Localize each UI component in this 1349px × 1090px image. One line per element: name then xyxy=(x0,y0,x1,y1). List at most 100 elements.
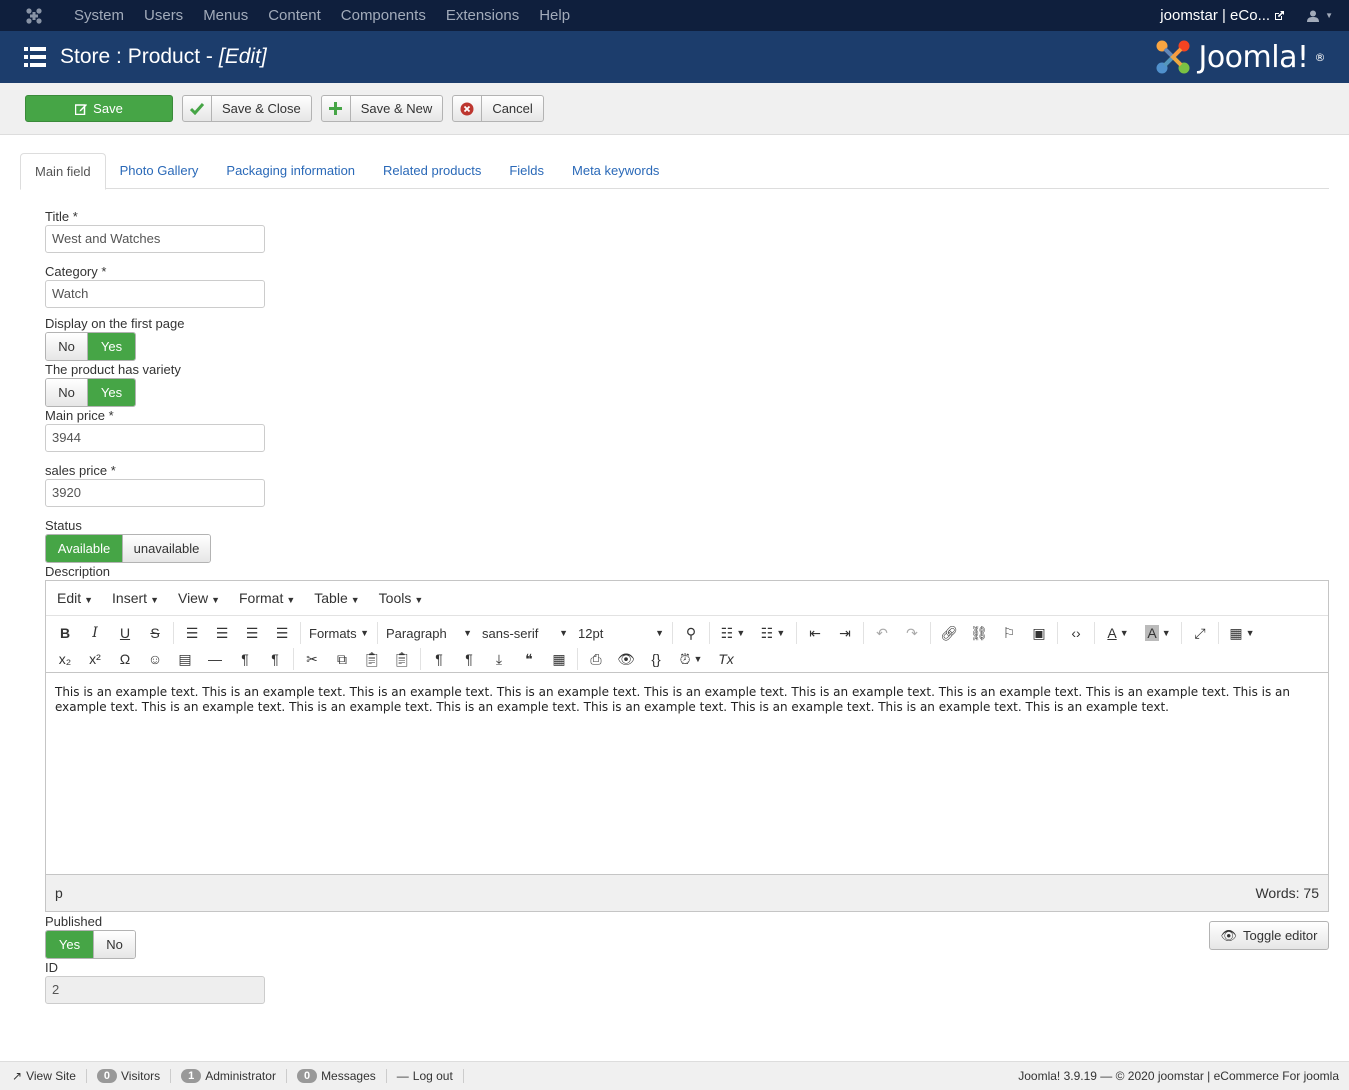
align-left-icon[interactable]: ☰ xyxy=(177,621,207,645)
unlink-icon[interactable]: ⛓ xyxy=(964,621,994,645)
messages-link[interactable]: 0 Messages xyxy=(287,1069,387,1083)
tab-fields[interactable]: Fields xyxy=(495,153,558,189)
ltr-icon[interactable]: ¶ xyxy=(230,647,260,671)
cancel-button[interactable]: Cancel xyxy=(452,95,544,122)
copyright-text: Joomla! 3.9.19 — © 2020 joomstar | eComm… xyxy=(1018,1069,1339,1083)
visual-chars-icon[interactable]: ¶ xyxy=(424,647,454,671)
cut-icon[interactable]: ✂ xyxy=(297,647,327,671)
category-input[interactable]: Watch xyxy=(45,280,265,308)
clear-formatting-icon[interactable]: Tx xyxy=(711,647,741,671)
undo-icon[interactable]: ↶ xyxy=(867,621,897,645)
tab-main-field[interactable]: Main field xyxy=(20,153,106,190)
first-page-yes-button[interactable]: Yes xyxy=(87,333,135,360)
main-price-input[interactable]: 3944 xyxy=(45,424,265,452)
editor-content[interactable]: This is an example text. This is an exam… xyxy=(46,673,1328,874)
menu-menus[interactable]: Menus xyxy=(193,7,258,24)
indent-icon[interactable]: ⇥ xyxy=(830,621,860,645)
insert-icon[interactable]: ⤓ xyxy=(484,647,514,671)
tab-packaging-information[interactable]: Packaging information xyxy=(212,153,369,189)
align-center-icon[interactable]: ☰ xyxy=(207,621,237,645)
tab-meta-keywords[interactable]: Meta keywords xyxy=(558,153,673,189)
fullscreen-icon[interactable]: ⤢ xyxy=(1185,621,1215,645)
published-yes-button[interactable]: Yes xyxy=(46,931,93,958)
template-icon[interactable]: ▦ xyxy=(544,647,574,671)
bold-icon[interactable]: B xyxy=(50,621,80,645)
editor-menu-format[interactable]: Format ▼ xyxy=(232,590,302,606)
editor-menu-edit[interactable]: Edit ▼ xyxy=(50,590,100,606)
bullet-list-icon[interactable]: ☷ ▼ xyxy=(713,621,753,645)
status-unavailable-button[interactable]: unavailable xyxy=(122,535,210,562)
toggle-editor-button[interactable]: 👁︎ Toggle editor xyxy=(1209,921,1329,950)
menu-content[interactable]: Content xyxy=(258,7,331,24)
outdent-icon[interactable]: ⇤ xyxy=(800,621,830,645)
edit-icon xyxy=(75,103,88,115)
numbered-list-icon[interactable]: ☷ ▼ xyxy=(753,621,793,645)
user-menu[interactable]: ▼ xyxy=(1307,10,1333,22)
save-new-button[interactable]: Save & New xyxy=(320,95,444,122)
strikethrough-icon[interactable]: S xyxy=(140,621,170,645)
align-justify-icon[interactable]: ☰ xyxy=(267,621,297,645)
nonbreaking-icon[interactable]: ¶ xyxy=(454,647,484,671)
preview-icon[interactable]: 👁︎ xyxy=(611,647,641,671)
editor-menu-table[interactable]: Table ▼ xyxy=(307,590,366,606)
status-available-button[interactable]: Available xyxy=(46,535,122,562)
code-icon[interactable]: ‹› xyxy=(1061,621,1091,645)
tab-photo-gallery[interactable]: Photo Gallery xyxy=(106,153,213,189)
administrator-link[interactable]: 1 Administrator xyxy=(171,1069,287,1083)
link-icon[interactable]: 🔗︎ xyxy=(934,621,964,645)
menu-components[interactable]: Components xyxy=(331,7,436,24)
tab-related-products[interactable]: Related products xyxy=(369,153,495,189)
text-color-icon[interactable]: A ▼ xyxy=(1098,621,1138,645)
align-right-icon[interactable]: ☰ xyxy=(237,621,267,645)
title-input[interactable]: West and Watches xyxy=(45,225,265,253)
view-site-link[interactable]: ↗ View Site xyxy=(0,1069,87,1083)
horizontal-line-icon[interactable]: — xyxy=(200,647,230,671)
table-icon[interactable]: ▦ ▼ xyxy=(1222,621,1262,645)
variety-no-button[interactable]: No xyxy=(46,379,87,406)
paste-text-icon[interactable]: 📋︎ xyxy=(387,647,417,671)
visitors-link[interactable]: 0 Visitors xyxy=(87,1069,172,1083)
joomla-menu-icon[interactable] xyxy=(16,0,52,31)
menu-extensions[interactable]: Extensions xyxy=(436,7,529,24)
status-footer: ↗ View Site 0 Visitors 1 Administrator 0… xyxy=(0,1061,1349,1090)
formats-select[interactable]: Formats ▼ xyxy=(304,621,374,645)
variety-yes-button[interactable]: Yes xyxy=(87,379,135,406)
datetime-icon[interactable]: ⏰︎ ▼ xyxy=(671,647,711,671)
editor-menu-tools[interactable]: Tools ▼ xyxy=(372,590,431,606)
font-family-select[interactable]: sans-serif ▼ xyxy=(477,621,573,645)
menu-help[interactable]: Help xyxy=(529,7,580,24)
background-color-icon[interactable]: A ▼ xyxy=(1138,621,1178,645)
underline-icon[interactable]: U xyxy=(110,621,140,645)
find-replace-icon[interactable]: ⚲ xyxy=(676,621,706,645)
redo-icon[interactable]: ↷ xyxy=(897,621,927,645)
copy-icon[interactable]: ⧉ xyxy=(327,647,357,671)
first-page-no-button[interactable]: No xyxy=(46,333,87,360)
bookmark-icon[interactable]: ⚐ xyxy=(994,621,1024,645)
code-sample-icon[interactable]: {} xyxy=(641,647,671,671)
paste-icon[interactable]: 📋︎ xyxy=(357,647,387,671)
subscript-icon[interactable]: x₂ xyxy=(50,647,80,671)
print-icon[interactable]: ⎙ xyxy=(581,647,611,671)
media-icon[interactable]: ▤ xyxy=(170,647,200,671)
blockquote-icon[interactable]: ❝ xyxy=(514,647,544,671)
menu-users[interactable]: Users xyxy=(134,7,193,24)
save-button[interactable]: Save xyxy=(25,95,173,122)
menu-system[interactable]: System xyxy=(64,7,134,24)
sales-price-input[interactable]: 3920 xyxy=(45,479,265,507)
page-header: Store : Product - [Edit] Joomla! ® xyxy=(0,31,1349,83)
element-path[interactable]: p xyxy=(55,885,63,901)
block-format-select[interactable]: Paragraph ▼ xyxy=(381,621,477,645)
font-size-select[interactable]: 12pt ▼ xyxy=(573,621,669,645)
image-icon[interactable]: ▣ xyxy=(1024,621,1054,645)
superscript-icon[interactable]: x² xyxy=(80,647,110,671)
logout-link[interactable]: — Log out xyxy=(387,1069,464,1083)
published-no-button[interactable]: No xyxy=(93,931,135,958)
save-close-button[interactable]: Save & Close xyxy=(182,95,312,122)
emoticons-icon[interactable]: ☺ xyxy=(140,647,170,671)
rtl-icon[interactable]: ¶ xyxy=(260,647,290,671)
editor-menu-view[interactable]: View ▼ xyxy=(171,590,227,606)
special-character-icon[interactable]: Ω xyxy=(110,647,140,671)
editor-menu-insert[interactable]: Insert ▼ xyxy=(105,590,166,606)
italic-icon[interactable]: I xyxy=(80,621,110,645)
site-link[interactable]: joomstar | eCo... xyxy=(1160,7,1285,24)
